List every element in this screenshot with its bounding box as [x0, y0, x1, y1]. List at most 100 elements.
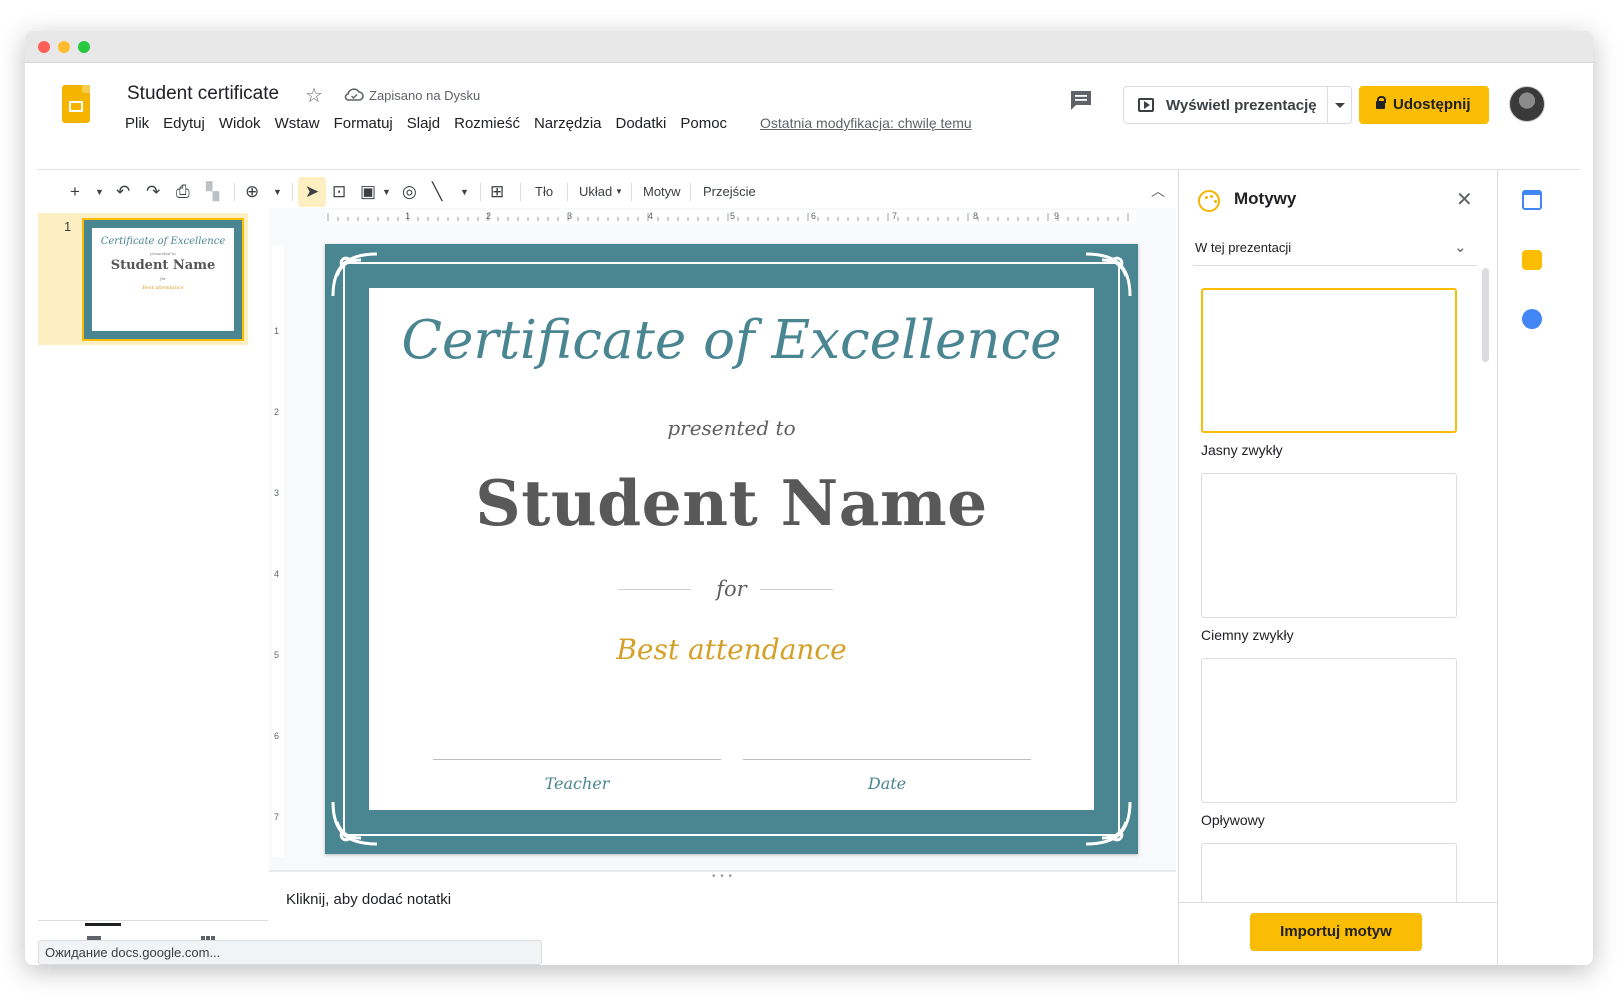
saved-status: Zapisano na Dysku	[369, 88, 481, 103]
notes-drag-handle-icon[interactable]: • • •	[712, 871, 733, 882]
award-reason-text[interactable]: Best attendance	[325, 633, 1138, 666]
thumb-title: Certificate of Excellence	[100, 236, 226, 247]
text-box-icon[interactable]: ⊡	[332, 177, 346, 207]
menu-view[interactable]: Widok	[212, 113, 268, 135]
ruler-h-label: 4	[648, 211, 654, 221]
select-tool-icon[interactable]: ➤	[298, 177, 326, 207]
background-button[interactable]: Tło	[535, 177, 553, 207]
image-dropdown-icon[interactable]: ▼	[382, 177, 391, 207]
layout-dropdown-icon[interactable]: ▼	[615, 177, 623, 207]
browser-window: Student certificate ☆ Zapisano na Dysku …	[25, 31, 1593, 965]
minimize-window-button[interactable]	[58, 41, 70, 53]
cloud-saved-icon	[344, 88, 364, 101]
zoom-icon[interactable]: ⊕	[245, 177, 259, 207]
zoom-dropdown-icon[interactable]: ▼	[273, 177, 282, 207]
theme-card-light[interactable]	[1201, 288, 1457, 433]
tasks-icon[interactable]	[1522, 309, 1542, 329]
redo-icon[interactable]: ↷	[146, 177, 160, 207]
maximize-window-button[interactable]	[78, 41, 90, 53]
corner-ornament-bottom-left	[331, 801, 378, 846]
print-icon[interactable]: ⎙	[176, 177, 190, 207]
ruler-v-label: 7	[274, 812, 280, 822]
side-panel-icons	[1497, 170, 1580, 965]
presented-to-text[interactable]: presented to	[325, 416, 1138, 440]
ruler-h-label: 2	[486, 211, 492, 221]
menu-edit[interactable]: Edytuj	[156, 113, 212, 135]
corner-ornament-top-left	[331, 252, 378, 297]
slide-thumbnail-row[interactable]: 1 Certificate of Excellence presented to…	[38, 213, 248, 345]
theme-button[interactable]: Motyw	[643, 177, 681, 207]
themes-scrollbar[interactable]	[1482, 268, 1489, 362]
ruler-h-label: 5	[730, 211, 736, 221]
slide-thumbnail[interactable]: Certificate of Excellence presented to S…	[82, 218, 244, 341]
paint-format-icon[interactable]: ▚	[206, 177, 219, 207]
slides-app: Student certificate ☆ Zapisano na Dysku …	[38, 63, 1580, 965]
layout-button[interactable]: Układ	[579, 177, 612, 207]
close-icon[interactable]: ✕	[1456, 187, 1473, 212]
filmstrip-view-active-indicator	[85, 923, 121, 926]
star-icon[interactable]: ☆	[305, 83, 323, 108]
palette-icon	[1198, 190, 1220, 212]
menu-slide[interactable]: Slajd	[400, 113, 447, 135]
line-dropdown-icon[interactable]: ▼	[460, 177, 469, 207]
menu-help[interactable]: Pomoc	[673, 113, 734, 135]
thumb-reason: Best attendance	[142, 285, 184, 291]
menu-format[interactable]: Formatuj	[327, 113, 400, 135]
comments-icon[interactable]	[1068, 89, 1094, 111]
ruler-h-label: 3	[567, 211, 573, 221]
speaker-notes-field[interactable]: Kliknij, aby dodać notatki	[286, 891, 451, 908]
present-label: Wyświetl prezentację	[1166, 97, 1317, 114]
ruler-v-label: 2	[274, 407, 280, 417]
for-text[interactable]: for	[325, 577, 1138, 601]
undo-icon[interactable]: ↶	[116, 177, 130, 207]
theme-card-partial[interactable]	[1201, 843, 1457, 902]
slide[interactable]: Certificate of Excellence presented to S…	[325, 244, 1138, 854]
menu-insert[interactable]: Wstaw	[268, 113, 327, 135]
theme-name: Ciemny zwykły	[1201, 627, 1294, 643]
new-slide-dropdown-icon[interactable]: ▼	[95, 177, 104, 207]
signature-line-date	[743, 759, 1031, 760]
image-icon[interactable]: ▣	[360, 177, 376, 207]
theme-card-dark[interactable]	[1201, 473, 1457, 618]
document-title[interactable]: Student certificate	[127, 83, 279, 105]
menu-arrange[interactable]: Rozmieść	[447, 113, 527, 135]
share-button[interactable]: Udostępnij	[1359, 86, 1489, 124]
close-window-button[interactable]	[38, 41, 50, 53]
filmstrip: 1 Certificate of Excellence presented to…	[38, 213, 542, 965]
ruler-v-label: 1	[274, 326, 280, 336]
menu-file[interactable]: Plik	[118, 113, 156, 135]
shape-icon[interactable]: ◎	[402, 177, 417, 207]
menu-tools[interactable]: Narzędzia	[527, 113, 609, 135]
themes-filter-dropdown[interactable]: W tej prezentacji ⌄	[1193, 234, 1477, 266]
ruler-h-label: 1	[405, 211, 411, 221]
theme-card-streamline[interactable]	[1201, 658, 1457, 803]
browser-status-tooltip: Ожидание docs.google.com...	[38, 940, 542, 965]
teacher-label[interactable]: Teacher	[433, 774, 721, 793]
student-name-text[interactable]: Student Name	[325, 466, 1138, 540]
ruler-v-label: 5	[274, 650, 280, 660]
thumb-presented: presented to	[150, 251, 176, 256]
ruler-v-label: 4	[274, 569, 280, 579]
certificate-title[interactable]: Certificate of Excellence	[325, 310, 1138, 371]
calendar-icon[interactable]	[1522, 190, 1542, 210]
present-icon	[1138, 98, 1154, 112]
transition-button[interactable]: Przejście	[703, 177, 756, 207]
add-comment-icon[interactable]: ⊞	[490, 177, 504, 207]
themes-panel: Motywy ✕ W tej prezentacji ⌄ Jasny zwykł…	[1178, 170, 1497, 965]
account-avatar[interactable]	[1509, 86, 1545, 122]
last-modified-link[interactable]: Ostatnia modyfikacja: chwilę temu	[760, 115, 972, 131]
collapse-toolbar-icon[interactable]: ︿	[1151, 181, 1165, 201]
menu-addons[interactable]: Dodatki	[609, 113, 674, 135]
window-titlebar	[25, 31, 1593, 63]
present-dropdown-icon[interactable]	[1335, 103, 1345, 108]
ruler-h-label: 8	[973, 211, 979, 221]
date-label[interactable]: Date	[743, 774, 1031, 793]
present-button[interactable]: Wyświetl prezentację	[1123, 86, 1352, 124]
line-icon[interactable]: ╲	[432, 177, 442, 207]
ruler-h-label: 6	[811, 211, 817, 221]
import-theme-button[interactable]: Importuj motyw	[1250, 913, 1422, 951]
lock-icon	[1376, 96, 1386, 109]
slides-logo-icon[interactable]	[62, 85, 90, 123]
keep-icon[interactable]	[1522, 250, 1542, 270]
new-slide-icon[interactable]: +	[70, 177, 80, 207]
